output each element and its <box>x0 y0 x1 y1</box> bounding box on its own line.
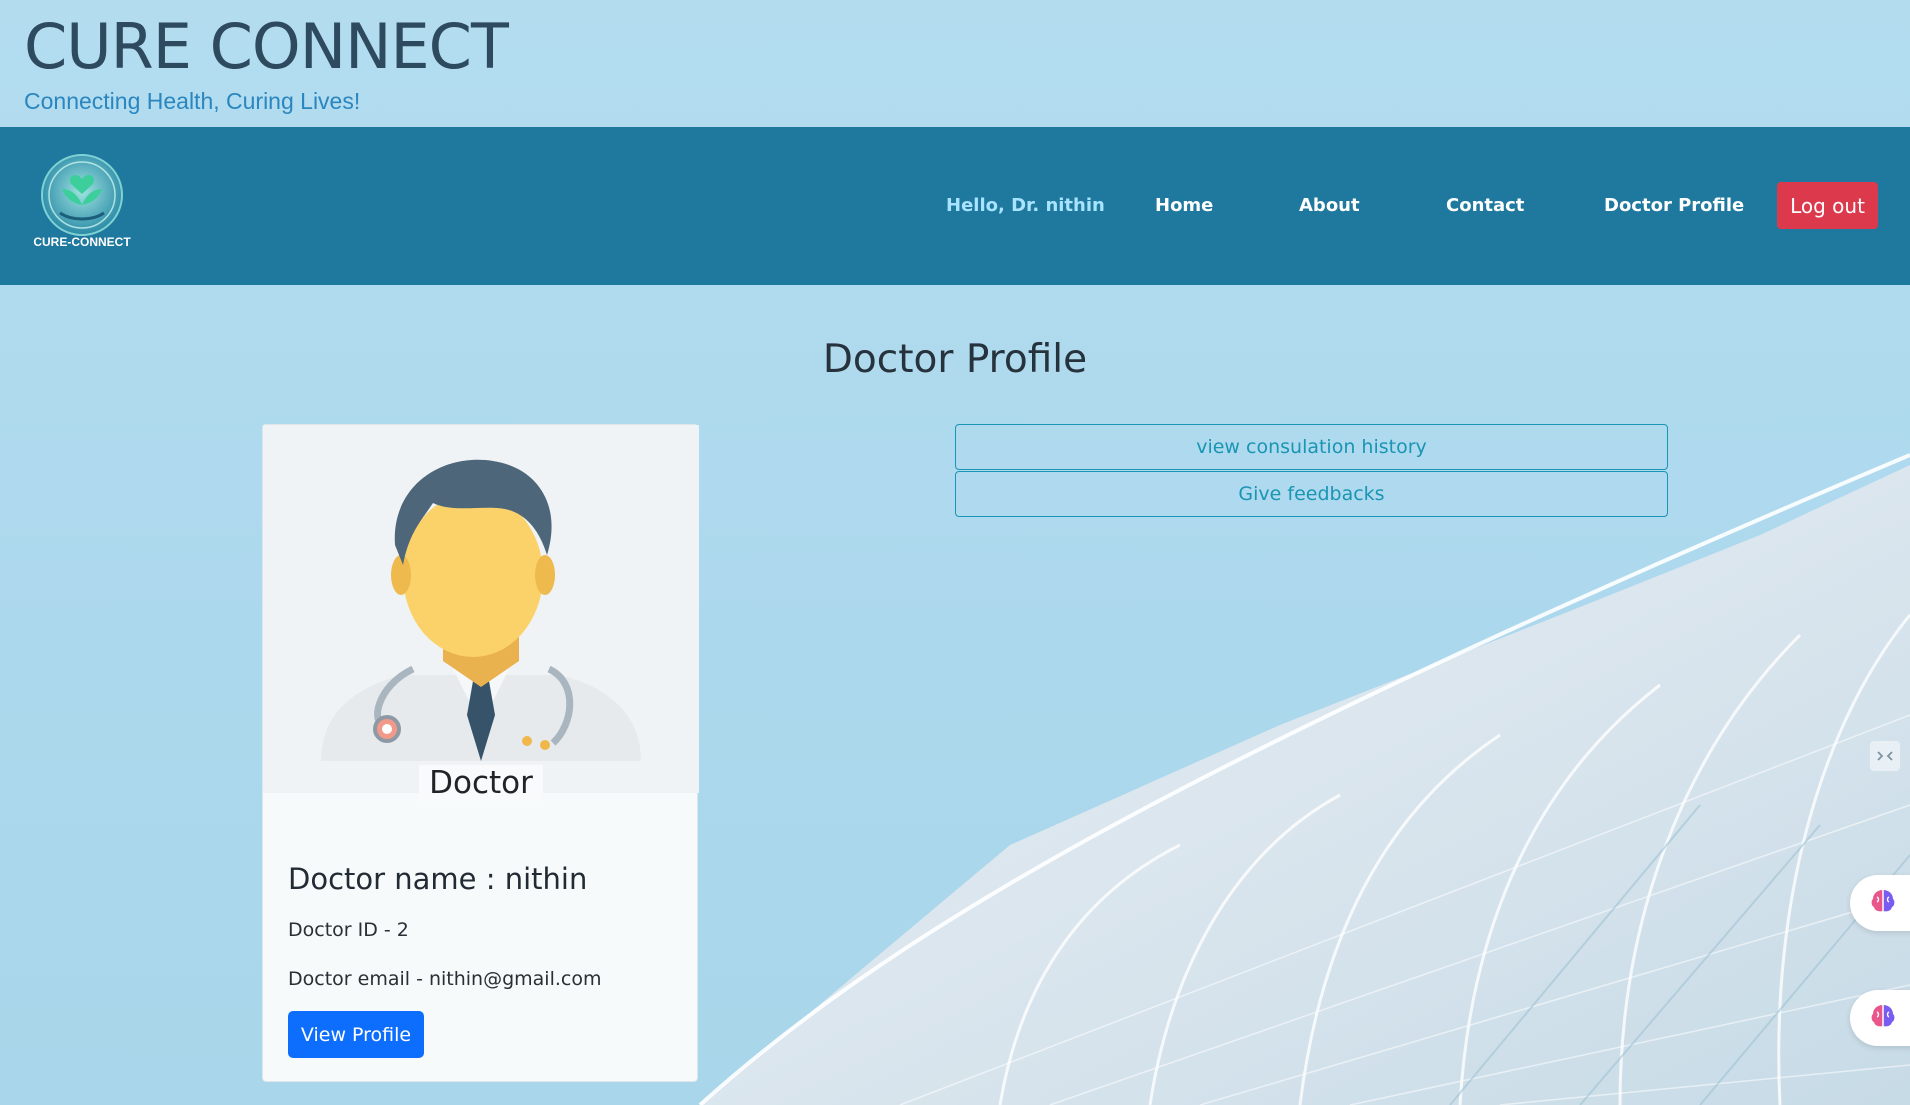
nav-about[interactable]: About <box>1299 195 1360 216</box>
view-consultation-history-button[interactable]: view consulation history <box>955 424 1668 470</box>
doctor-name: Doctor name : nithin <box>288 862 588 896</box>
site-title: CURE CONNECT <box>24 10 509 83</box>
nav-contact[interactable]: Contact <box>1446 195 1524 216</box>
brain-icon <box>1868 1001 1898 1036</box>
doctor-image-caption: Doctor <box>419 765 543 801</box>
nav-doctor-profile[interactable]: Doctor Profile <box>1604 195 1744 216</box>
nav-greeting[interactable]: Hello, Dr. nithin <box>946 195 1105 216</box>
page-title: Doctor Profile <box>822 337 1088 382</box>
doctor-card: Doctor Doctor name : nithin Doctor ID - … <box>262 424 699 1082</box>
logo-text: CURE-CONNECT <box>33 235 131 249</box>
site-header: CURE CONNECT Connecting Health, Curing L… <box>0 0 1910 127</box>
logout-button[interactable]: Log out <box>1777 182 1878 229</box>
view-profile-button[interactable]: View Profile <box>288 1011 424 1058</box>
site-tagline: Connecting Health, Curing Lives! <box>24 88 361 114</box>
doctor-email: Doctor email - nithin@gmail.com <box>288 968 602 990</box>
assistant-widget-button-secondary[interactable] <box>1850 990 1910 1046</box>
give-feedbacks-button[interactable]: Give feedbacks <box>955 471 1668 517</box>
brain-icon <box>1868 886 1898 921</box>
collapse-icon[interactable] <box>1870 741 1900 771</box>
page: CURE CONNECT Connecting Health, Curing L… <box>0 0 1910 1105</box>
nav-home[interactable]: Home <box>1155 195 1213 216</box>
doctor-id: Doctor ID - 2 <box>288 919 409 941</box>
doctor-avatar-icon: Doctor <box>263 425 699 801</box>
assistant-widget-button[interactable] <box>1850 875 1910 931</box>
navbar: CURE-CONNECT Hello, Dr. nithin Home Abou… <box>0 127 1910 285</box>
